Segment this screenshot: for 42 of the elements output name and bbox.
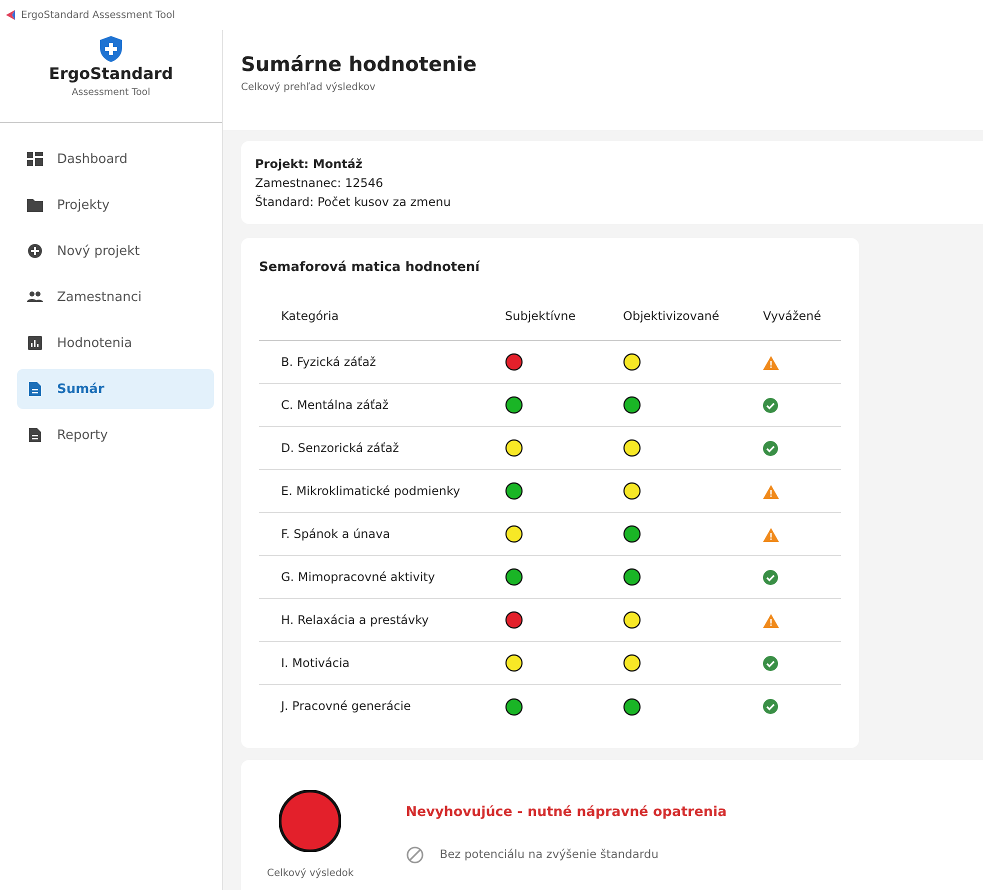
sidebar-item[interactable]: Zamestnanci [17, 277, 214, 318]
folder-icon [27, 198, 43, 212]
verdict-text: Nevyhovujúce - nutné nápravné opatrenia [406, 802, 727, 822]
plus-icon [27, 244, 43, 258]
app-logo-icon [6, 10, 15, 20]
project-label: Projekt: Montáž [255, 156, 364, 173]
sidebar-item[interactable]: Hodnotenia [17, 323, 214, 364]
sidebar-item[interactable]: Dashboard [17, 139, 214, 180]
column-header: Subjektívne [505, 309, 576, 324]
brand-name: ErgoStandard [48, 63, 174, 85]
sidebar-item[interactable]: Sumár [17, 369, 214, 410]
brand-tagline: Assessment Tool [70, 86, 152, 100]
category-label: B. Fyzická záťaž [281, 355, 376, 369]
category-label: F. Spánok a únava [281, 527, 390, 541]
shield-icon [100, 36, 122, 62]
sidebar-item[interactable]: Reporty [17, 415, 214, 456]
category-label: I. Motivácia [281, 656, 350, 670]
window-title: ErgoStandard Assessment Tool [21, 8, 175, 22]
category-label: J. Pracovné generácie [281, 699, 411, 714]
document-icon [27, 428, 43, 442]
employee-label: Zamestnanec: 12546 [255, 175, 384, 192]
note-text: Bez potenciálu na zvýšenie štandardu [440, 846, 659, 864]
people-icon [27, 290, 43, 304]
prohibited-icon [406, 846, 424, 864]
card-title: Semaforová matica hodnotení [259, 259, 481, 277]
sidebar-item[interactable]: Nový projekt [17, 231, 214, 272]
column-header: Kategória [281, 309, 339, 324]
grid-icon [27, 152, 43, 166]
sidebar-item[interactable]: Projekty [17, 185, 214, 226]
category-label: H. Relaxácia a prestávky [281, 613, 429, 627]
standard-label: Štandard: Počet kusov za zmenu [255, 194, 452, 211]
document-icon [27, 382, 43, 396]
category-label: D. Senzorická záťaž [281, 441, 399, 455]
page-subtitle: Celkový prehľad výsledkov [241, 81, 376, 95]
category-label: C. Mentálna záťaž [281, 398, 389, 412]
category-label: E. Mikroklimatické podmienky [281, 484, 460, 498]
chart-icon [27, 336, 43, 350]
column-header: Objektivizované [623, 309, 720, 324]
column-header: Vyvážené [763, 309, 822, 324]
result-caption: Celkový výsledok [267, 866, 354, 880]
category-label: G. Mimopracovné aktivity [281, 570, 435, 584]
page-title: Sumárne hodnotenie [241, 52, 478, 76]
